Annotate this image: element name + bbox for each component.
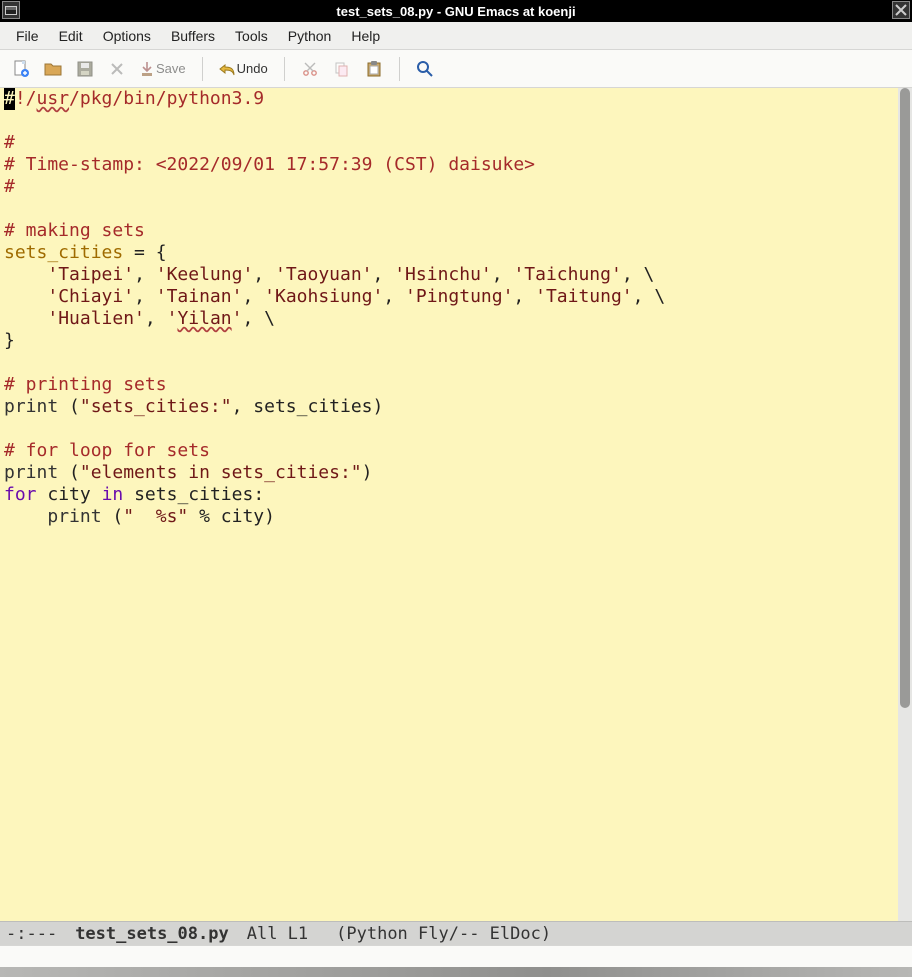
- toolbar-separator: [284, 57, 285, 81]
- minibuffer[interactable]: [0, 945, 912, 967]
- shebang-line: !/usr/pkg/bin/python3.9: [15, 88, 264, 109]
- window-titlebar: test_sets_08.py - GNU Emacs at koenji: [0, 0, 912, 22]
- editor-buffer[interactable]: #!/usr/pkg/bin/python3.9 # # Time-stamp:…: [0, 88, 898, 921]
- modeline-flags: -:---: [6, 924, 57, 944]
- editor-frame: #!/usr/pkg/bin/python3.9 # # Time-stamp:…: [0, 88, 912, 921]
- comment-line: #: [4, 176, 15, 197]
- timestamp-comment: # Time-stamp: <2022/09/01 17:57:39 (CST)…: [4, 154, 535, 175]
- vertical-scrollbar[interactable]: [898, 88, 912, 921]
- copy-button[interactable]: [329, 56, 355, 82]
- close-file-button[interactable]: [104, 56, 130, 82]
- disk-icon[interactable]: [72, 56, 98, 82]
- modeline-modes: (Python Fly/-- ElDoc): [336, 924, 551, 944]
- save-button[interactable]: Save: [136, 56, 190, 82]
- menu-file[interactable]: File: [6, 25, 49, 47]
- menu-tools[interactable]: Tools: [225, 25, 278, 47]
- window-menu-icon[interactable]: [2, 1, 20, 19]
- variable-sets-cities: sets_cities: [4, 242, 123, 263]
- cut-button[interactable]: [297, 56, 323, 82]
- text-cursor: #: [4, 88, 15, 110]
- toolbar-separator: [202, 57, 203, 81]
- open-folder-button[interactable]: [40, 56, 66, 82]
- resize-handle[interactable]: [0, 967, 912, 977]
- toolbar: Save Undo: [0, 50, 912, 88]
- scrollbar-thumb[interactable]: [900, 88, 910, 708]
- menu-python[interactable]: Python: [278, 25, 342, 47]
- undo-button-label: Undo: [237, 61, 268, 76]
- paste-button[interactable]: [361, 56, 387, 82]
- menu-help[interactable]: Help: [341, 25, 390, 47]
- close-icon[interactable]: [892, 1, 910, 19]
- new-file-button[interactable]: [8, 56, 34, 82]
- menu-edit[interactable]: Edit: [49, 25, 93, 47]
- undo-button[interactable]: Undo: [215, 56, 272, 82]
- mode-line[interactable]: -:--- test_sets_08.py All L1 (Python Fly…: [0, 921, 912, 945]
- modeline-filename: test_sets_08.py: [75, 924, 229, 944]
- save-button-label: Save: [156, 61, 186, 76]
- menubar: File Edit Options Buffers Tools Python H…: [0, 22, 912, 50]
- comment-line: #: [4, 132, 15, 153]
- modeline-position: All L1: [247, 924, 308, 944]
- comment-making-sets: # making sets: [4, 220, 145, 241]
- menu-options[interactable]: Options: [93, 25, 161, 47]
- toolbar-separator: [399, 57, 400, 81]
- menu-buffers[interactable]: Buffers: [161, 25, 225, 47]
- search-button[interactable]: [412, 56, 438, 82]
- comment-printing-sets: # printing sets: [4, 374, 167, 395]
- window-title: test_sets_08.py - GNU Emacs at koenji: [336, 4, 575, 19]
- comment-for-loop: # for loop for sets: [4, 440, 210, 461]
